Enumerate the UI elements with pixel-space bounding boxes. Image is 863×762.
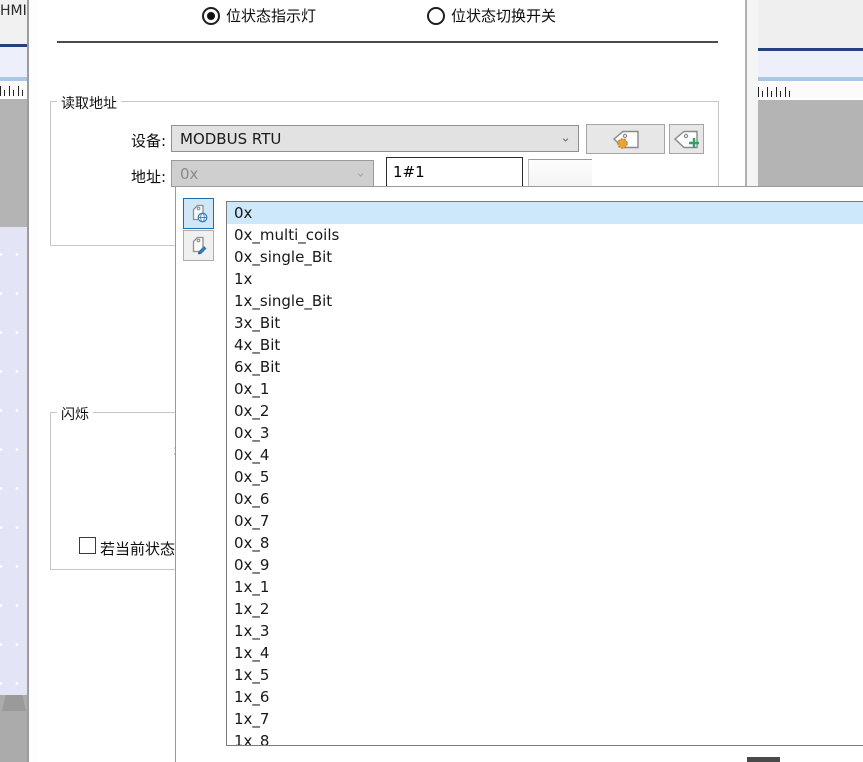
radio-bit-lamp[interactable]: 位状态指示灯 [202, 5, 316, 26]
tag-library-button[interactable] [586, 124, 665, 154]
address-label: 地址: [119, 166, 166, 187]
section-separator [57, 41, 718, 43]
blink-group-title: 闪烁 [57, 404, 93, 424]
toolbar-band [0, 47, 27, 77]
list-item[interactable]: 1x_1 [227, 576, 863, 598]
ruler-horizontal-left [0, 81, 27, 97]
toolbar-band-right [758, 51, 863, 77]
list-item[interactable]: 0x_8 [227, 532, 863, 554]
list-item[interactable]: 1x_single_Bit [227, 290, 863, 312]
user-tag-filter-button[interactable] [183, 230, 214, 261]
ruler-ticks-right [758, 87, 794, 97]
tab-label: HMI [0, 3, 27, 19]
list-item[interactable]: 1x_6 [227, 686, 863, 708]
background-left-strip: HMI [0, 0, 27, 762]
chevron-down-icon: ⌄ [355, 165, 366, 180]
list-item[interactable]: 1x_7 [227, 708, 863, 730]
scrollbar-corner[interactable] [2, 695, 26, 711]
design-canvas-grid[interactable] [0, 227, 27, 695]
radio-bit-lamp-label: 位状态指示灯 [226, 5, 316, 26]
list-item[interactable]: 0x_1 [227, 378, 863, 400]
device-label: 设备: [119, 130, 166, 151]
list-item[interactable]: 3x_Bit [227, 312, 863, 334]
list-item[interactable]: 0x_5 [227, 466, 863, 488]
read-address-group-title: 读取地址 [57, 93, 121, 113]
tag-with-orange-dot-icon [611, 128, 641, 151]
list-item[interactable]: 1x_5 [227, 664, 863, 686]
device-combobox[interactable]: MODBUS RTU ⌄ [171, 125, 579, 152]
list-item[interactable]: 0x_9 [227, 554, 863, 576]
list-item[interactable]: 0x_2 [227, 400, 863, 422]
list-item[interactable]: 0x_multi_coils [227, 224, 863, 246]
chevron-down-icon: ⌄ [560, 130, 571, 145]
list-item[interactable]: 6x_Bit [227, 356, 863, 378]
list-item[interactable]: 1x_8 [227, 730, 863, 746]
system-tag-filter-button[interactable] [183, 198, 214, 229]
tag-with-green-plus-icon [673, 128, 701, 151]
object-type-radio-group: 位状态指示灯 位状态切换开关 [37, 5, 745, 27]
list-item[interactable]: 1x_3 [227, 620, 863, 642]
list-item[interactable]: 1x_2 [227, 598, 863, 620]
list-item[interactable]: 0x_3 [227, 422, 863, 444]
radio-bit-switch-label: 位状态切换开关 [451, 5, 556, 26]
radio-bit-switch[interactable]: 位状态切换开关 [427, 5, 556, 26]
screen: HMI 位状态指示灯 [0, 0, 863, 762]
list-item[interactable]: 0x [227, 202, 863, 224]
list-item[interactable]: 0x_4 [227, 444, 863, 466]
workspace-margin [0, 99, 27, 227]
address-type-combobox-value: 0x [180, 165, 198, 183]
tag-with-pencil-icon [188, 235, 209, 256]
list-item[interactable]: 0x_6 [227, 488, 863, 510]
add-tag-button[interactable] [669, 124, 704, 154]
background-tab-hmi[interactable]: HMI [0, 0, 27, 47]
background-artifact [747, 757, 780, 762]
list-item[interactable]: 4x_Bit [227, 334, 863, 356]
device-combobox-value: MODBUS RTU [180, 130, 281, 148]
address-value-input[interactable] [386, 157, 523, 187]
blink-state-checkbox[interactable] [79, 537, 96, 554]
address-aux-box [528, 159, 592, 188]
tabstrip-right [758, 0, 863, 48]
list-item[interactable]: 1x [227, 268, 863, 290]
tag-with-globe-icon [188, 203, 209, 224]
radio-circle-icon [427, 7, 445, 25]
list-item[interactable]: 0x_single_Bit [227, 246, 863, 268]
list-item[interactable]: 1x_4 [227, 642, 863, 664]
address-type-dropdown-popup: 0x0x_multi_coils0x_single_Bit1x1x_single… [175, 186, 863, 762]
radio-circle-icon [202, 7, 220, 25]
ruler-ticks [0, 86, 27, 96]
ruler-horizontal-right [758, 81, 863, 98]
list-item[interactable]: 0x_7 [227, 510, 863, 532]
workspace-footer [0, 695, 27, 762]
address-type-listbox[interactable]: 0x0x_multi_coils0x_single_Bit1x1x_single… [226, 201, 863, 746]
address-type-combobox[interactable]: 0x ⌄ [171, 160, 374, 187]
